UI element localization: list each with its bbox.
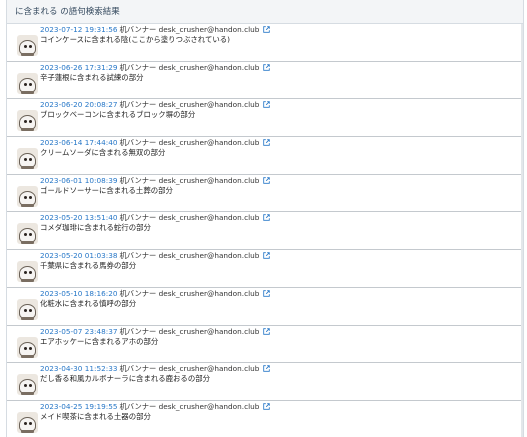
author-name[interactable]: 机バンナー desk_crusher@handon.club: [120, 327, 260, 336]
list-item: 2023-04-30 11:52:33 机バンナー desk_crusher@ha…: [7, 363, 523, 401]
author-name[interactable]: 机バンナー desk_crusher@handon.club: [120, 213, 260, 222]
scrollbar[interactable]: [521, 24, 523, 437]
external-link-icon[interactable]: [263, 177, 271, 187]
post-date-link[interactable]: 2023-06-14 17:44:40: [40, 138, 118, 147]
post-text: クリームソーダに含まれる無双の部分: [40, 148, 166, 158]
avatar[interactable]: [17, 374, 38, 396]
post-date-link[interactable]: 2023-05-20 13:51:40: [40, 213, 118, 222]
external-link-icon[interactable]: [263, 63, 271, 74]
list-item: 2023-05-20 13:51:40 机バンナー desk_crusher@ha…: [7, 212, 523, 251]
external-link-icon[interactable]: [263, 214, 271, 224]
author-name[interactable]: 机バンナー desk_crusher@handon.club: [120, 289, 260, 298]
avatar[interactable]: [17, 35, 38, 56]
post-date-link[interactable]: 2023-05-07 23:48:37: [40, 327, 118, 336]
post-date-link[interactable]: 2023-06-20 20:08:27: [40, 100, 118, 109]
list-item: 2023-06-01 10:08:39 机バンナー desk_crusher@ha…: [7, 175, 523, 213]
external-link-icon[interactable]: [263, 403, 271, 413]
external-link-icon[interactable]: [263, 290, 271, 300]
author-name[interactable]: 机バンナー desk_crusher@handon.club: [120, 364, 260, 373]
list-item: 2023-05-07 23:48:37 机バンナー desk_crusher@ha…: [7, 326, 523, 364]
post-date-link[interactable]: 2023-04-30 11:52:33: [40, 364, 118, 373]
post-text: 化粧水に含まれる慎呼の部分: [40, 298, 137, 308]
post-date-link[interactable]: 2023-05-10 18:16:20: [40, 289, 118, 298]
post-text: コメダ珈琲に含まれる蛇行の部分: [40, 223, 151, 233]
author-name[interactable]: 机バンナー desk_crusher@handon.club: [120, 251, 260, 260]
external-link-icon[interactable]: [263, 139, 271, 149]
post-text: メイド喫茶に含まれる土器の部分: [40, 411, 151, 421]
page-title: に含まれる の語句検索結果: [15, 7, 120, 17]
author-name[interactable]: 机バンナー desk_crusher@handon.club: [120, 25, 260, 34]
post-text: ゴールドソーサーに含まれる土葬の部分: [40, 185, 173, 195]
list-item: 2023-05-10 18:16:20 机バンナー desk_crusher@ha…: [7, 288, 523, 326]
post-date-link[interactable]: 2023-04-25 19:19:55: [40, 402, 118, 411]
author-name[interactable]: 机バンナー desk_crusher@handon.club: [120, 138, 260, 147]
search-results-panel: に含まれる の語句検索結果 2023-07-12 19:31:56 机バンナー d…: [6, 0, 524, 437]
external-link-icon[interactable]: [263, 252, 271, 262]
avatar[interactable]: [17, 298, 38, 320]
author-name[interactable]: 机バンナー desk_crusher@handon.club: [120, 176, 260, 185]
author-name[interactable]: 机バンナー desk_crusher@handon.club: [120, 402, 260, 411]
author-name[interactable]: 机バンナー desk_crusher@handon.club: [120, 63, 260, 72]
post-text: 辛子蓮根に含まれる試練の部分: [40, 72, 144, 82]
external-link-icon[interactable]: [263, 365, 271, 375]
list-item: 2023-06-26 17:31:29 机バンナー desk_crusher@ha…: [7, 62, 523, 100]
list-item: 2023-06-20 20:08:27 机バンナー desk_crusher@ha…: [7, 99, 523, 138]
author-name[interactable]: 机バンナー desk_crusher@handon.club: [120, 100, 260, 109]
external-link-icon[interactable]: [263, 101, 271, 111]
avatar[interactable]: [17, 185, 38, 207]
post-text: ブロックベーコンに含まれるブロック塀の部分: [40, 110, 196, 120]
list-item: 2023-07-12 19:31:56 机バンナー desk_crusher@ha…: [7, 24, 523, 62]
avatar[interactable]: [17, 336, 38, 358]
post-date-link[interactable]: 2023-07-12 19:31:56: [40, 25, 118, 34]
avatar[interactable]: [17, 72, 38, 94]
avatar[interactable]: [17, 223, 38, 245]
post-date-link[interactable]: 2023-05-20 01:03:38: [40, 251, 118, 260]
post-date-link[interactable]: 2023-06-01 10:08:39: [40, 176, 118, 185]
post-text: コインケースに含まれる陰(ここから塗りつぶされている): [40, 35, 231, 44]
list-item: 2023-05-20 01:03:38 机バンナー desk_crusher@ha…: [7, 250, 523, 288]
list-item: 2023-04-25 19:19:55 机バンナー desk_crusher@ha…: [7, 401, 523, 437]
avatar[interactable]: [17, 411, 38, 433]
post-text: エアホッケーに含まれるアホの部分: [40, 336, 159, 346]
post-text: 千葉県に含まれる馬券の部分: [40, 261, 137, 271]
avatar[interactable]: [17, 110, 38, 132]
post-text: だし香る和風カルボナーラに含まれる鹿おるの部分: [40, 374, 210, 384]
avatar[interactable]: [17, 148, 38, 170]
external-link-icon[interactable]: [263, 26, 271, 36]
post-date-link[interactable]: 2023-06-26 17:31:29: [40, 63, 118, 72]
list-item: 2023-06-14 17:44:40 机バンナー desk_crusher@ha…: [7, 137, 523, 175]
panel-header: に含まれる の語句検索結果: [7, 0, 523, 24]
results-list: 2023-07-12 19:31:56 机バンナー desk_crusher@ha…: [7, 24, 523, 437]
external-link-icon[interactable]: [263, 327, 271, 338]
avatar[interactable]: [17, 261, 38, 283]
